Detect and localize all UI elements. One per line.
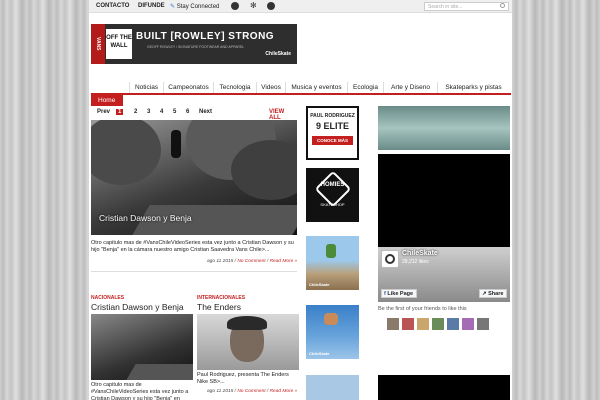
- skater-figure: [326, 244, 336, 258]
- post-left-title[interactable]: Cristian Dawson y Benja: [91, 302, 184, 312]
- post-right-meta: ago 11 2015 / No Comment / Read More »: [207, 389, 298, 394]
- chileskate-ad-2-logo: ChileSkate: [309, 351, 330, 356]
- featured-slide[interactable]: Cristian Dawson y Benja: [91, 120, 297, 235]
- post-left-thumbnail[interactable]: [91, 314, 193, 380]
- sidebar-video-2[interactable]: [378, 375, 510, 400]
- post-right-date: ago 11 2015: [207, 389, 234, 394]
- chileskate-logo: ChileSkate: [265, 51, 291, 57]
- friend-avatar[interactable]: [417, 318, 429, 330]
- post-right-category[interactable]: INTERNACIONALES: [197, 295, 245, 301]
- post-right-read-more[interactable]: Read More »: [270, 389, 298, 394]
- search-icon[interactable]: [499, 2, 507, 11]
- like-page-label: Like Page: [387, 291, 414, 297]
- featured-caption[interactable]: Cristian Dawson y Benja: [99, 213, 192, 223]
- nav-item-home[interactable]: Home: [91, 95, 123, 106]
- share-icon: ↗: [482, 291, 487, 297]
- featured-comments-link[interactable]: No Comment: [237, 259, 265, 264]
- top-bar: CONTACTO DIFUNDE ✎ Stay Connected ✻ Sear…: [89, 0, 512, 13]
- friend-avatar[interactable]: [447, 318, 459, 330]
- post-left-category[interactable]: NACIONALES: [91, 295, 124, 301]
- nav-item-skateparks[interactable]: Skateparks y pistas: [437, 82, 509, 93]
- nav-item-musica[interactable]: Musica y eventos: [285, 82, 347, 93]
- chileskate-ad-3[interactable]: [306, 375, 359, 400]
- elite-ad-name: PAUL RODRIGUEZ: [310, 113, 355, 119]
- facebook-icon: f: [384, 291, 386, 297]
- friend-avatar[interactable]: [387, 318, 399, 330]
- flower-icon[interactable]: ✻: [250, 1, 258, 10]
- nav-item-tecnologia[interactable]: Tecnologia: [213, 82, 256, 93]
- pencil-icon: ✎: [170, 4, 176, 10]
- share-label: Share: [488, 291, 504, 297]
- friend-avatar[interactable]: [402, 318, 414, 330]
- post-right-thumbnail[interactable]: [197, 314, 299, 370]
- skater-figure: [324, 313, 338, 325]
- featured-meta: ago 11 2015 / No Comment / Read More »: [207, 259, 298, 264]
- page: CONTACTO DIFUNDE ✎ Stay Connected ✻ Sear…: [89, 0, 512, 400]
- skater-figure: [171, 130, 181, 158]
- facebook-page-name[interactable]: ChileSkate: [402, 250, 438, 257]
- chileskate-ad-1-logo: ChileSkate: [309, 282, 330, 287]
- pager-page-3[interactable]: 3: [147, 109, 150, 115]
- banner-subtitle: GEOFF ROWLEY / SIGNATURE FOOTWEAR AND AP…: [147, 45, 245, 49]
- nav-item-ecologia[interactable]: Ecologia: [347, 82, 383, 93]
- pager-page-2[interactable]: 2: [134, 109, 137, 115]
- nav-item-videos[interactable]: Videos: [256, 82, 285, 93]
- friend-avatar[interactable]: [477, 318, 489, 330]
- nav-item-campeonatos[interactable]: Campeonatos: [163, 82, 213, 93]
- elite-ad-title: 9 ELITE: [315, 121, 349, 131]
- facebook-friends-text: Be the first of your friends to like thi…: [378, 306, 467, 312]
- banner-headline: BUILT [ROWLEY] STRONG: [136, 31, 275, 42]
- off-the-wall-logo: OFF THE WALL: [106, 29, 132, 59]
- pager-page-4[interactable]: 4: [160, 109, 163, 115]
- main-nav: Noticias Campeonatos Tecnologia Videos M…: [91, 82, 511, 95]
- search-input[interactable]: Search in site...: [424, 2, 509, 11]
- globe-icon[interactable]: [267, 2, 275, 10]
- post-right-comments-link[interactable]: No Comment: [237, 389, 265, 394]
- featured-date: ago 11 2015: [207, 259, 234, 264]
- nav-item-arte[interactable]: Arte y Diseno: [383, 82, 437, 93]
- homies-ad[interactable]: HOMIES SKATESHOP: [306, 168, 359, 222]
- banner-ad[interactable]: VANS OFF THE WALL BUILT [ROWLEY] STRONG …: [91, 24, 297, 64]
- sidebar-video[interactable]: [378, 154, 510, 247]
- twitter-icon[interactable]: [231, 2, 239, 10]
- like-page-button[interactable]: f Like Page: [381, 289, 417, 298]
- sidebar-banner[interactable]: [378, 106, 510, 150]
- elite-ad-button[interactable]: CONOCE MÁS: [312, 136, 353, 145]
- pager-next[interactable]: Next: [199, 109, 212, 115]
- facebook-cover[interactable]: ChileSkate 28,212 likes f Like Page ↗ Sh…: [378, 247, 510, 302]
- facebook-likes: 28,212 likes: [402, 259, 429, 265]
- nav-item-noticias[interactable]: Noticias: [129, 82, 163, 93]
- pager-page-5[interactable]: 5: [173, 109, 176, 115]
- chileskate-ad-1[interactable]: ChileSkate: [306, 236, 359, 290]
- friend-avatar[interactable]: [462, 318, 474, 330]
- contacto-link[interactable]: CONTACTO: [96, 3, 129, 9]
- pager-page-1[interactable]: 1: [116, 109, 124, 115]
- difunde-link[interactable]: DIFUNDE: [138, 3, 165, 9]
- pager-page-6[interactable]: 6: [186, 109, 189, 115]
- pager-prev[interactable]: Prev: [97, 109, 110, 115]
- post-left-excerpt: Otro capitulo mas de #VansChileVideoSeri…: [91, 382, 189, 400]
- chileskate-ad-2[interactable]: ChileSkate: [306, 305, 359, 359]
- share-button[interactable]: ↗ Share: [479, 289, 507, 298]
- post-right-title[interactable]: The Enders: [197, 302, 241, 312]
- featured-read-more[interactable]: Read More »: [270, 259, 298, 264]
- stay-connected-text: Stay Connected: [176, 4, 220, 10]
- friend-avatar[interactable]: [432, 318, 444, 330]
- chileskate-avatar[interactable]: [381, 250, 399, 268]
- divider: [91, 271, 297, 272]
- slider-pager: Prev 1 2 3 4 5 6 Next VIEW ALL: [91, 108, 297, 121]
- elite-ad[interactable]: PAUL RODRIGUEZ 9 ELITE CONOCE MÁS: [306, 106, 359, 160]
- stay-connected-label: ✎ Stay Connected: [170, 3, 219, 10]
- facebook-friend-avatars: [378, 318, 510, 331]
- featured-excerpt: Otro capitulo mas de #VansChileVideoSeri…: [91, 240, 294, 253]
- post-right-excerpt: Paul Rodriguez, presenta The Enders Nike…: [197, 372, 289, 385]
- vans-logo: VANS: [91, 24, 105, 64]
